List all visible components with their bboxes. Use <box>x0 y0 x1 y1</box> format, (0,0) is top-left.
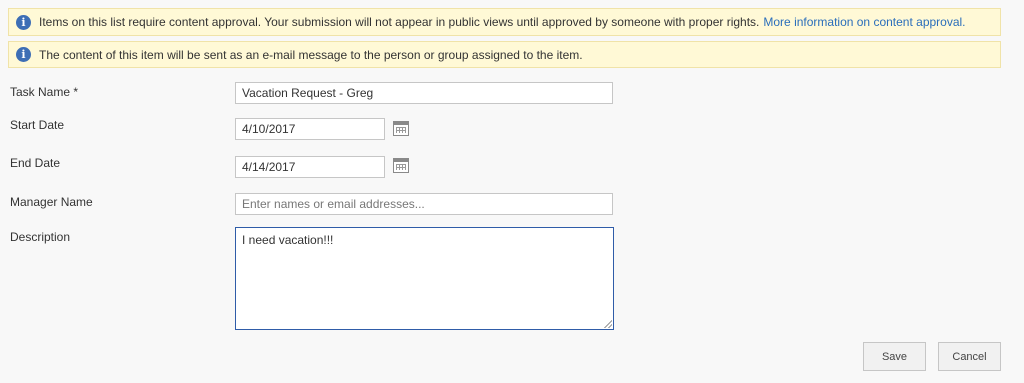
task-name-label: Task Name * <box>10 85 79 99</box>
description-textarea[interactable]: I need vacation!!! <box>235 227 614 330</box>
manager-name-label: Manager Name <box>10 195 93 209</box>
content-approval-text: Items on this list require content appro… <box>39 15 760 29</box>
calendar-icon[interactable] <box>393 158 409 173</box>
content-approval-link[interactable]: More information on content approval. <box>763 15 965 29</box>
description-label: Description <box>10 230 71 244</box>
task-name-input[interactable]: Vacation Request - Greg <box>235 82 613 104</box>
cancel-button[interactable]: Cancel <box>938 342 1001 371</box>
email-notice: i The content of this item will be sent … <box>8 41 1001 68</box>
description-text: I need vacation!!! <box>242 233 334 247</box>
info-icon: i <box>16 14 31 30</box>
save-button[interactable]: Save <box>863 342 926 371</box>
resize-grip[interactable] <box>604 320 612 328</box>
start-date-label: Start Date <box>10 118 65 132</box>
end-date-input[interactable]: 4/14/2017 <box>235 156 385 178</box>
manager-name-input[interactable]: Enter names or email addresses... <box>235 193 613 215</box>
start-date-input[interactable]: 4/10/2017 <box>235 118 385 140</box>
info-icon: i <box>16 47 31 62</box>
email-notice-text: The content of this item will be sent as… <box>39 47 583 62</box>
calendar-icon[interactable] <box>393 121 409 136</box>
end-date-label: End Date <box>10 156 61 170</box>
content-approval-notice: i Items on this list require content app… <box>8 8 1001 36</box>
